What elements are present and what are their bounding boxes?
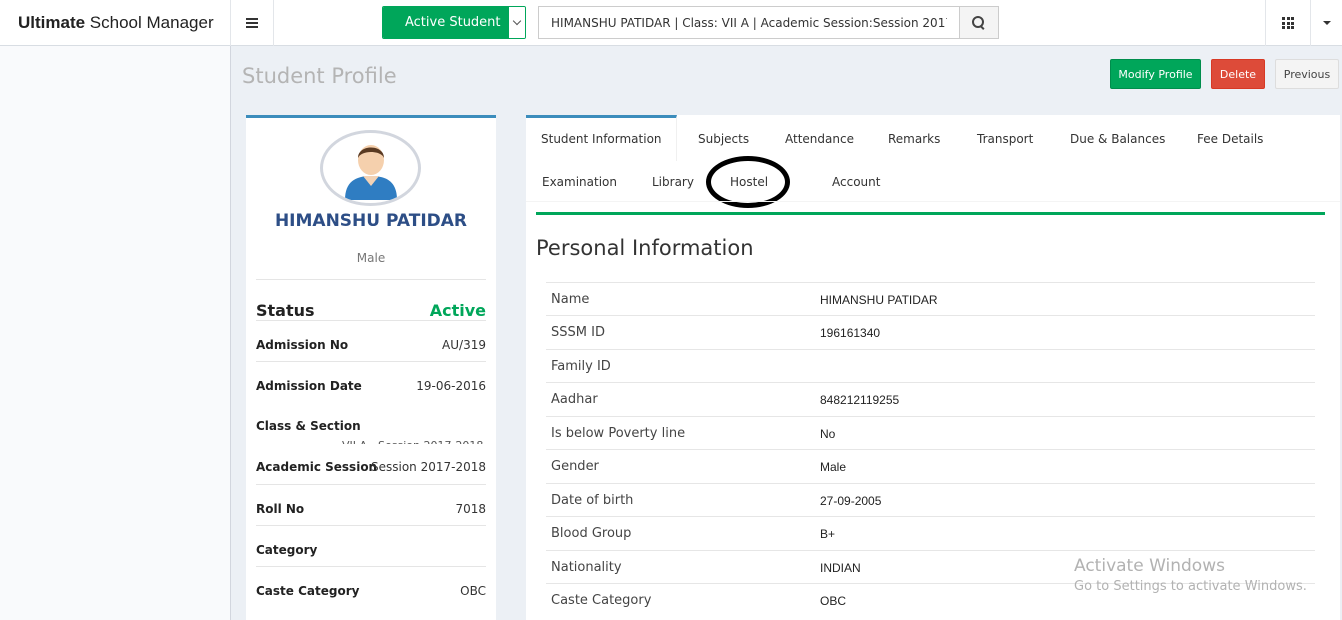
info-row: Is below Poverty line No [546,416,1315,450]
student-search-input[interactable] [539,7,960,38]
delete-button[interactable]: Delete [1211,59,1265,89]
info-row: Blood Group B+ [546,516,1315,550]
profile-row-value: OBC [460,584,486,598]
info-row: Name HIMANSHU PATIDAR [546,282,1315,316]
info-value: HIMANSHU PATIDAR [820,293,938,307]
status-dropdown-label[interactable]: Active Student [383,7,509,38]
profile-row-value: AU/319 [442,338,486,352]
info-value: 196161340 [820,326,881,340]
profile-row-label: Roll No [256,502,305,516]
info-value: 848212119255 [820,393,900,407]
info-label: SSSM ID [551,325,605,340]
menu-toggle-icon[interactable] [231,0,274,46]
info-row: Gender Male [546,449,1315,483]
apps-grid-icon[interactable] [1265,0,1310,46]
tab-examination[interactable]: Examination [542,175,617,189]
profile-row: Caste Category OBC [256,566,486,607]
tabs-divider [526,201,1340,202]
info-label: Blood Group [551,526,632,541]
info-value: 27-09-2005 [820,494,882,508]
brand-rest: School Manager [85,13,214,32]
info-label: Caste Category [551,593,652,608]
search-icon [972,15,986,30]
profile-row: Class & Section VII A - Session 2017-201… [256,402,486,444]
profile-row: Roll No 7018 [256,484,486,525]
info-row: SSSM ID 196161340 [546,315,1315,349]
tab-due-balances[interactable]: Due & Balances [1070,132,1165,146]
profile-card: HIMANSHU PATIDAR Male Status Active Admi… [246,115,496,620]
watermark-line-2: Go to Settings to activate Windows. [1074,579,1307,594]
profile-tabs-panel: Student Information Subjects Attendance … [526,115,1340,620]
info-label: Is below Poverty line [551,426,686,441]
info-value: INDIAN [820,561,861,575]
info-value: OBC [820,594,847,608]
tab-library[interactable]: Library [652,175,694,189]
profile-row: Admission No AU/319 [256,320,486,361]
profile-row-label: Caste Category [256,584,360,598]
tab-remarks[interactable]: Remarks [888,132,940,146]
status-label: Status [256,301,315,320]
app-brand[interactable]: Ultimate School Manager [0,0,231,46]
avatar [320,130,421,206]
tab-student-information[interactable]: Student Information [526,115,677,161]
windows-activation-watermark: Activate Windows Go to Settings to activ… [1074,556,1307,594]
profile-row-label: Class & Section [256,419,361,433]
profile-row-label: Category [256,543,318,557]
info-label: Family ID [551,359,611,374]
student-name: HIMANSHU PATIDAR [274,211,468,231]
profile-row: Category [256,525,486,566]
info-label: Name [551,292,590,307]
profile-row-value: 19-06-2016 [416,379,486,393]
profile-row-value: Session 2017-2018 [370,460,486,474]
personal-info-title: Personal Information [536,236,754,260]
search-button[interactable] [959,7,998,38]
brand-bold: Ultimate [18,13,86,32]
profile-row-label: Admission No [256,338,349,352]
left-sidebar [0,46,231,620]
user-menu-caret-icon[interactable] [1310,0,1342,46]
tab-attendance[interactable]: Attendance [785,132,854,146]
profile-status-row: Status Active [256,279,486,320]
profile-row-label: Admission Date [256,379,362,393]
tab-fee-details[interactable]: Fee Details [1197,132,1263,146]
watermark-line-1: Activate Windows [1074,556,1225,576]
info-label: Gender [551,459,599,474]
profile-row-label: Academic Session [256,460,378,474]
top-navbar: Ultimate School Manager Active Student [0,0,1342,46]
page-title: Student Profile [242,64,397,88]
student-status-dropdown[interactable]: Active Student [382,6,526,39]
student-gender: Male [356,251,386,265]
info-row: Aadhar 848212119255 [546,382,1315,416]
info-label: Date of birth [551,493,634,508]
info-label: Nationality [551,560,622,575]
info-label: Aadhar [551,392,598,407]
profile-row: Admission Date 19-06-2016 [256,361,486,402]
tab-transport[interactable]: Transport [977,132,1033,146]
info-value: B+ [820,527,836,541]
tab-subjects[interactable]: Subjects [698,132,749,146]
info-value: Male [820,460,847,474]
info-value: No [820,427,836,441]
info-row: Family ID [546,349,1315,383]
tab-account[interactable]: Account [832,175,880,189]
section-accent-line [536,212,1325,215]
student-search-box [538,6,999,39]
student-avatar-icon [344,145,397,200]
modify-profile-button[interactable]: Modify Profile [1110,59,1201,89]
chevron-down-icon[interactable] [509,7,525,38]
profile-row: Academic Session Session 2017-2018 [256,443,486,484]
info-row: Date of birth 27-09-2005 [546,483,1315,517]
status-badge: Active [429,301,486,320]
previous-button[interactable]: Previous [1275,59,1339,89]
profile-row-value: 7018 [455,502,486,516]
